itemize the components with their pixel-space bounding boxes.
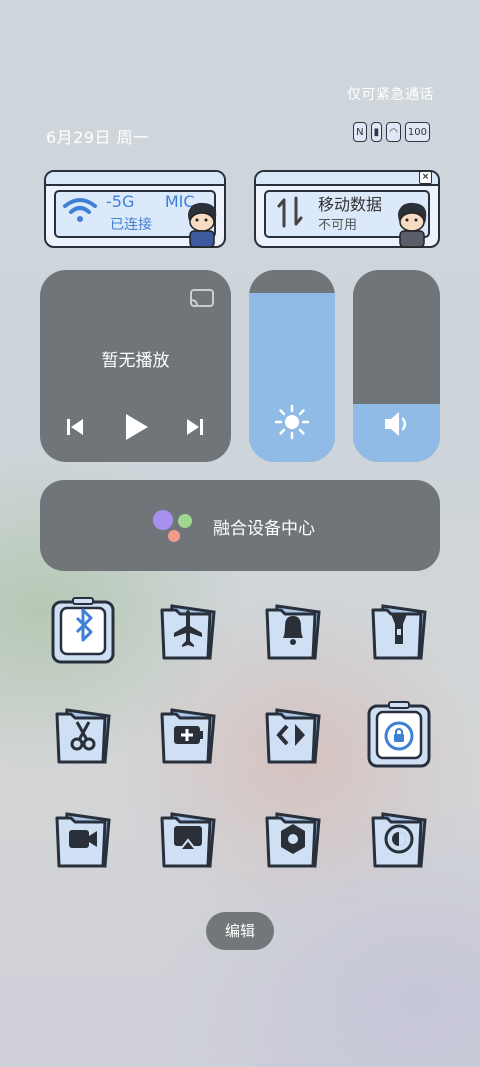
wifi-status: 已连接: [110, 217, 152, 233]
cast-icon[interactable]: [189, 288, 215, 310]
speaker-icon: [384, 412, 406, 436]
screenshot-toggle[interactable]: [47, 700, 119, 772]
fusion-logo-dot: [168, 530, 180, 542]
flashlight-toggle[interactable]: [363, 596, 435, 668]
play-icon[interactable]: [122, 412, 150, 442]
next-icon[interactable]: [184, 416, 206, 438]
battery-saver-toggle[interactable]: [152, 700, 224, 772]
screen-record-icon: [55, 812, 111, 868]
fusion-label: 融合设备中心: [213, 519, 315, 539]
screenshot-icon: [55, 708, 111, 764]
mobile-data-title: 移动数据: [318, 195, 383, 214]
battery-saver-icon: [160, 708, 216, 764]
dark-mode-toggle[interactable]: [363, 804, 435, 876]
bell-icon: [265, 604, 321, 660]
card-titlebar: [46, 172, 224, 186]
fusion-logo-dot: [178, 514, 192, 528]
emergency-calls-only: 仅可紧急通话: [347, 87, 434, 103]
sun-icon: [274, 404, 310, 440]
card-titlebar: ×: [256, 171, 438, 186]
rotation-lock-icon: [367, 701, 431, 768]
mobile-data-status: 不可用: [318, 218, 358, 233]
signal-icon: ▮: [370, 122, 383, 142]
mobile-data-icon: [277, 196, 303, 228]
wifi-icon: [63, 198, 97, 222]
code-toggle[interactable]: [257, 700, 329, 772]
media-player-tile[interactable]: 暂无播放: [40, 270, 231, 462]
bell-toggle[interactable]: [257, 596, 329, 668]
flashlight-icon: [371, 604, 427, 660]
code-icon: [265, 708, 321, 764]
fusion-logo-icon: [153, 510, 173, 530]
screen-cast-toggle[interactable]: [152, 804, 224, 876]
close-icon: ×: [419, 171, 432, 184]
previous-icon[interactable]: [64, 416, 86, 438]
character-sticker-icon: [188, 202, 217, 248]
bluetooth-toggle[interactable]: [47, 596, 119, 668]
date-label: 6月29日 周一: [46, 128, 150, 147]
screen-cast-icon: [160, 812, 216, 868]
media-title: 暂无播放: [101, 351, 170, 371]
rotation-lock-toggle[interactable]: [363, 700, 435, 772]
volume-slider[interactable]: [353, 270, 440, 462]
settings-icon: [265, 812, 321, 868]
battery-level: 100: [407, 126, 427, 138]
edit-button[interactable]: 编辑: [206, 912, 274, 950]
mobile-data-card[interactable]: × 移动数据 不可用: [254, 170, 440, 248]
nfc-icon: N: [353, 122, 367, 142]
character-sticker-icon: [398, 202, 427, 248]
settings-toggle[interactable]: [257, 804, 329, 876]
bluetooth-icon: [51, 597, 115, 664]
wifi-card[interactable]: -5G MIC 已连接: [44, 170, 226, 248]
status-icons: N ▮ ◠ 100: [353, 122, 430, 142]
battery-icon: 100: [404, 122, 430, 142]
brightness-slider[interactable]: [249, 270, 335, 462]
airplane-toggle[interactable]: [152, 596, 224, 668]
dark-mode-icon: [371, 812, 427, 868]
fusion-device-center[interactable]: 融合设备中心: [40, 480, 440, 571]
wifi-icon: ◠: [386, 122, 401, 142]
airplane-icon: [160, 604, 216, 660]
screen-record-toggle[interactable]: [47, 804, 119, 876]
